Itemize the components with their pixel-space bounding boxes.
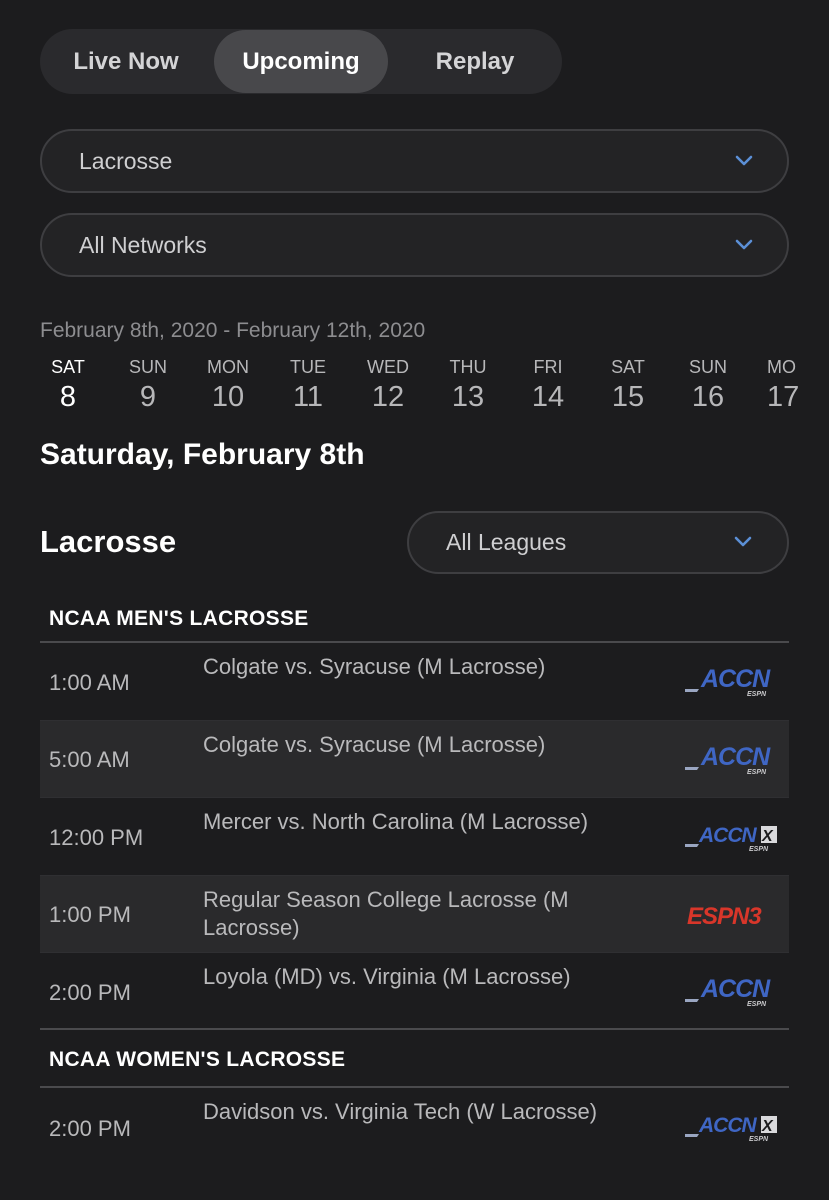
selected-day-heading: Saturday, February 8th — [40, 438, 365, 471]
league-title: NCAA WOMEN'S LACROSSE — [49, 1048, 346, 1071]
day-of-week: SAT — [51, 357, 85, 377]
day-number: 17 — [767, 381, 800, 413]
event-row[interactable]: 1:00 PM Regular Season College Lacrosse … — [40, 876, 789, 952]
day-mon-17[interactable]: MO 17 — [767, 355, 829, 415]
accnx-logo-icon: ACCN X ESPN — [685, 824, 777, 853]
sport-select-value: Lacrosse — [79, 148, 173, 174]
day-of-week: SUN — [128, 357, 167, 377]
day-fri-14[interactable]: FRI 14 — [508, 355, 588, 415]
day-sun-16[interactable]: SUN 16 — [668, 355, 748, 415]
event-title: Regular Season College Lacrosse (M Lacro… — [203, 887, 569, 940]
day-of-week: THU — [449, 357, 487, 377]
svg-text:ACCN: ACCN — [698, 824, 757, 847]
day-of-week: MO — [767, 357, 796, 377]
tab-upcoming[interactable]: Upcoming — [214, 30, 388, 93]
date-range: February 8th, 2020 - February 12th, 2020 — [40, 319, 426, 342]
network-select-value: All Networks — [79, 232, 207, 258]
day-of-week: FRI — [533, 357, 563, 377]
day-mon-10[interactable]: MON 10 — [188, 355, 268, 415]
view-tabs: Live Now Upcoming Replay — [40, 29, 562, 94]
svg-text:X: X — [761, 828, 774, 845]
chevron-down-icon — [735, 155, 753, 166]
tab-replay[interactable]: Replay — [388, 29, 562, 94]
league-select[interactable]: All Leagues — [407, 511, 789, 574]
day-of-week: TUE — [290, 357, 326, 377]
schedule-page: Live Now Upcoming Replay Lacrosse All Ne… — [0, 0, 829, 1200]
svg-text:ESPN: ESPN — [747, 769, 767, 776]
chevron-down-icon — [734, 536, 752, 547]
svg-text:ACCN: ACCN — [700, 975, 771, 1003]
sport-heading: Lacrosse — [40, 524, 177, 559]
svg-text:ACCN: ACCN — [700, 743, 771, 771]
svg-text:ESPN3: ESPN3 — [687, 903, 762, 930]
event-time: 5:00 AM — [49, 747, 130, 772]
event-time: 12:00 PM — [49, 825, 144, 850]
espn3-logo-icon: ESPN3 — [687, 903, 763, 930]
event-time: 2:00 PM — [49, 980, 131, 1005]
event-time: 1:00 PM — [49, 902, 131, 927]
svg-text:ACCN: ACCN — [700, 665, 771, 693]
accn-logo-icon: ACCN ESPN — [685, 975, 772, 1008]
day-wed-12[interactable]: WED 12 — [348, 355, 428, 415]
day-number: 11 — [292, 381, 324, 413]
day-sat-8[interactable]: SAT 8 — [28, 355, 108, 415]
day-tue-11[interactable]: TUE 11 — [268, 355, 348, 415]
day-thu-13[interactable]: THU 13 — [428, 355, 508, 415]
day-of-week: SAT — [611, 357, 645, 377]
event-title: Davidson vs. Virginia Tech (W Lacrosse) — [203, 1099, 598, 1124]
event-row[interactable]: 2:00 PM Davidson vs. Virginia Tech (W La… — [40, 1088, 789, 1166]
league-divider — [40, 1028, 789, 1030]
day-sat-15[interactable]: SAT 15 — [588, 355, 668, 415]
day-number: 14 — [531, 381, 565, 413]
day-number: 16 — [691, 381, 725, 413]
event-row[interactable]: 12:00 PM Mercer vs. North Carolina (M La… — [40, 798, 789, 875]
event-title: Colgate vs. Syracuse (M Lacrosse) — [203, 732, 546, 757]
date-strip[interactable]: SAT 8 SUN 9 MON 10 TUE 11 WED 12 THU 13 … — [0, 355, 829, 415]
event-row[interactable]: 5:00 AM Colgate vs. Syracuse (M Lacrosse… — [40, 721, 789, 797]
event-title: Mercer vs. North Carolina (M Lacrosse) — [203, 809, 589, 834]
svg-text:ACCN: ACCN — [698, 1114, 757, 1137]
event-time: 2:00 PM — [49, 1116, 131, 1141]
day-number: 13 — [451, 381, 485, 413]
day-of-week: SUN — [688, 357, 727, 377]
league-select-value: All Leagues — [446, 529, 567, 555]
day-of-week: MON — [207, 357, 249, 377]
day-number: 8 — [59, 381, 77, 413]
svg-text:X: X — [761, 1118, 774, 1135]
sport-select[interactable]: Lacrosse — [40, 129, 789, 193]
day-sun-9[interactable]: SUN 9 — [108, 355, 188, 415]
accnx-logo-icon: ACCN X ESPN — [685, 1114, 777, 1143]
chevron-down-icon — [735, 239, 753, 250]
network-select[interactable]: All Networks — [40, 213, 789, 277]
day-of-week: WED — [367, 357, 409, 377]
event-title: Colgate vs. Syracuse (M Lacrosse) — [203, 654, 546, 679]
svg-text:ESPN: ESPN — [747, 1001, 767, 1008]
league-title: NCAA MEN'S LACROSSE — [49, 607, 309, 630]
day-number: 15 — [611, 381, 645, 413]
svg-text:ESPN: ESPN — [747, 691, 767, 698]
day-number: 12 — [371, 381, 405, 413]
day-number: 10 — [211, 381, 245, 413]
event-time: 1:00 AM — [49, 670, 130, 695]
svg-text:ESPN: ESPN — [749, 1136, 769, 1143]
event-row[interactable]: 2:00 PM Loyola (MD) vs. Virginia (M Lacr… — [40, 953, 789, 1029]
event-row[interactable]: 1:00 AM Colgate vs. Syracuse (M Lacrosse… — [40, 643, 789, 720]
svg-text:ESPN: ESPN — [749, 846, 769, 853]
accn-logo-icon: ACCN ESPN — [685, 743, 772, 776]
accn-logo-icon: ACCN ESPN — [685, 665, 772, 698]
tab-live-now[interactable]: Live Now — [40, 29, 212, 94]
event-title: Loyola (MD) vs. Virginia (M Lacrosse) — [203, 964, 571, 989]
day-number: 9 — [139, 381, 157, 413]
